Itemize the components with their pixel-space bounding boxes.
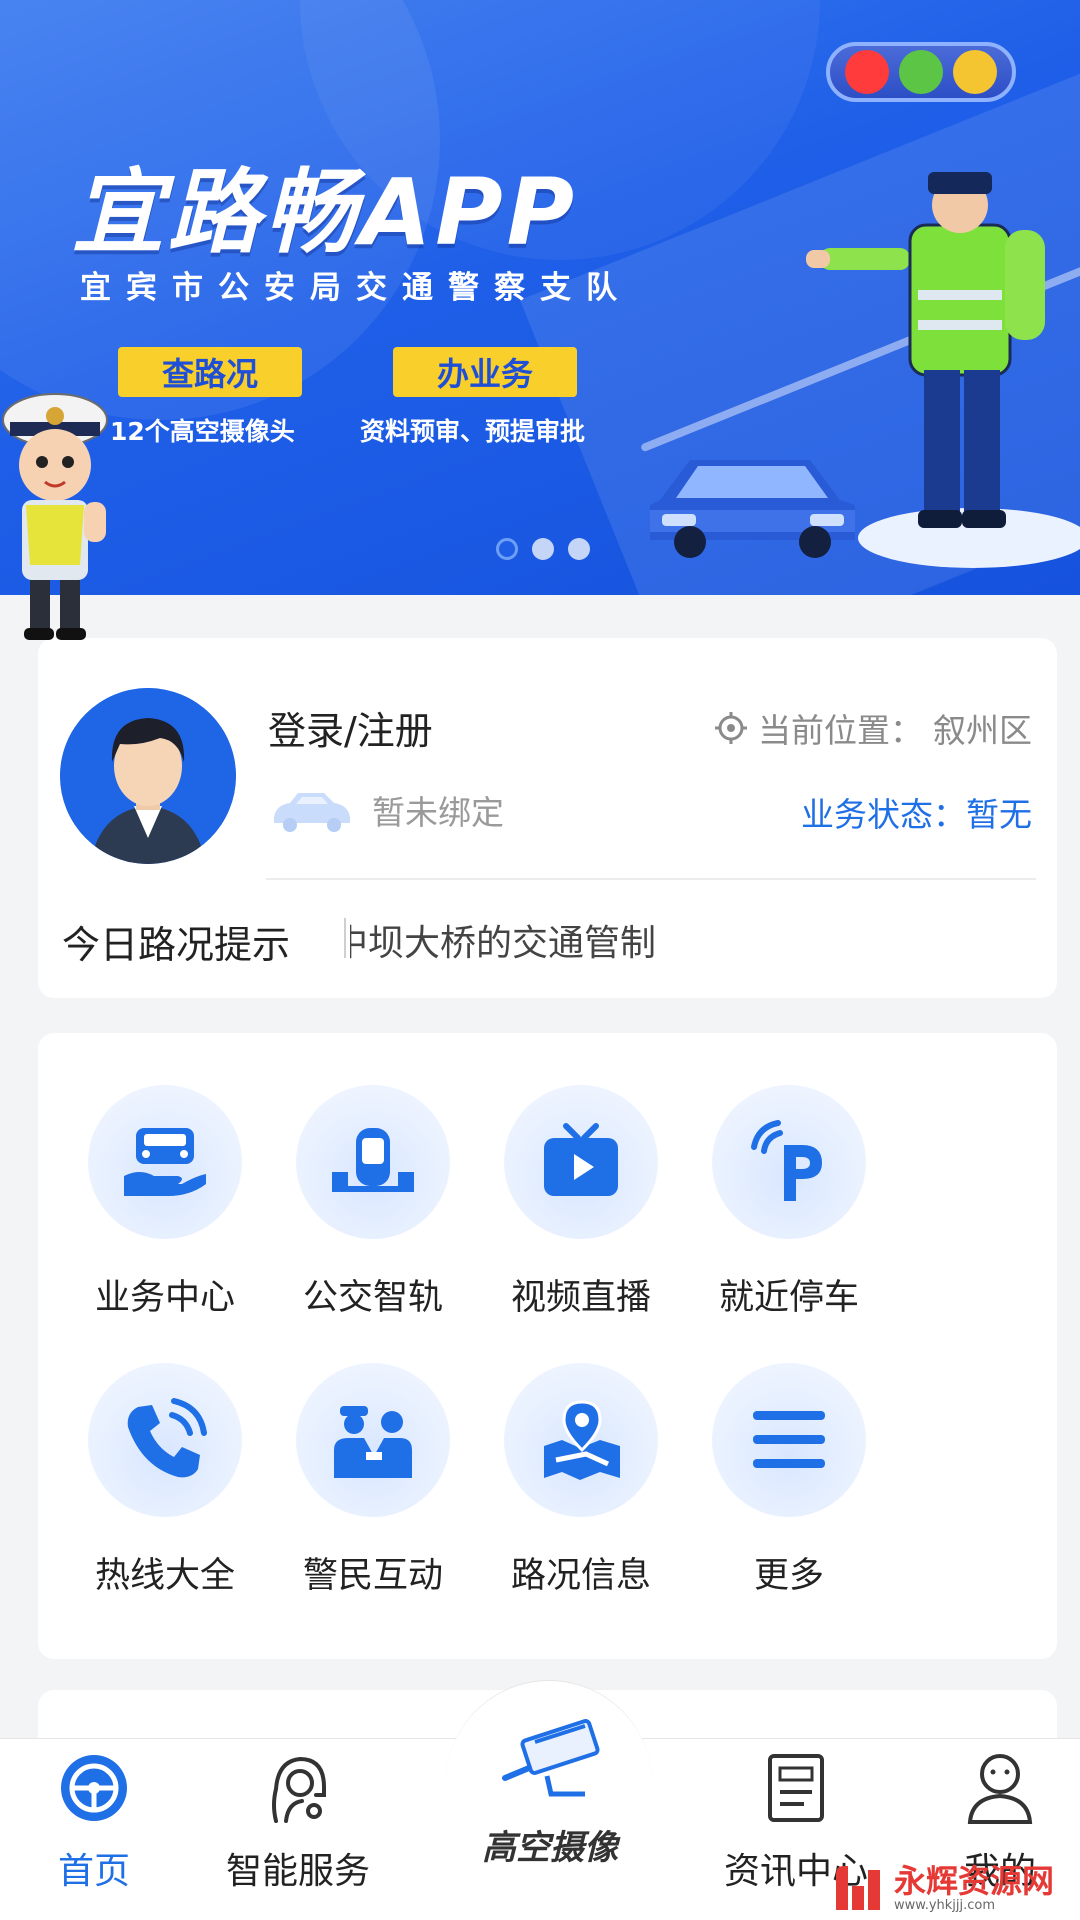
business-status-value: 暂无 [966, 795, 1032, 834]
vehicle-binding[interactable]: 暂未绑定 [268, 786, 504, 834]
service-item-bus-tram[interactable]: 公交智轨 [273, 1085, 473, 1320]
handle-business-button[interactable]: 办业务 [393, 347, 577, 397]
service-item-video-live[interactable]: 视频直播 [481, 1085, 681, 1320]
police-mascot-illustration [2, 393, 108, 640]
car-hand-icon [124, 1128, 206, 1196]
handle-business-caption: 资料预审、预提审批 [360, 417, 586, 446]
traffic-lamp-yellow [953, 50, 997, 94]
services-card: 业务中心 公交智轨 视频直播 就近停车 热线大全 警民互动 路况信息 更多 [38, 1033, 1057, 1659]
tram-icon [332, 1128, 414, 1192]
watermark-url: www.yhkjjj.com [894, 1897, 996, 1913]
service-label: 视频直播 [510, 1278, 651, 1318]
menu-icon [753, 1411, 825, 1468]
check-road-caption: 12个高空摄像头 [110, 417, 295, 446]
carousel-indicator [496, 538, 590, 560]
watermark: 永辉资源网 www.yhkjjj.com [830, 1856, 1080, 1920]
service-icon-circle [88, 1363, 242, 1517]
service-label: 更多 [753, 1556, 824, 1596]
service-icon-circle [504, 1085, 658, 1239]
business-status: 业务状态：暂无 [801, 788, 1032, 836]
watermark-title: 永辉资源网 [894, 1861, 1055, 1900]
headset-person-icon [272, 1756, 326, 1823]
carousel-dot[interactable] [568, 538, 590, 560]
tab-label: 高空摄像 [482, 1828, 618, 1868]
car-icon [274, 793, 350, 832]
service-label: 热线大全 [94, 1556, 235, 1596]
banner-title: 宜路畅APP [72, 159, 579, 266]
service-label: 就近停车 [718, 1278, 859, 1318]
service-item-road-info[interactable]: 路况信息 [481, 1363, 681, 1598]
surveillance-camera-icon [502, 1719, 600, 1797]
parking-icon [751, 1120, 822, 1201]
location-value: 叙州区 [933, 711, 1032, 750]
traffic-light-icon [826, 42, 1016, 102]
traffic-lamp-green [899, 50, 943, 94]
police-people-icon [334, 1406, 412, 1478]
hero-banner[interactable]: 宜路畅APP 宜宾市公安局交通警察支队 查路况 12个高空摄像头 办业务 资料预… [0, 0, 1080, 595]
user-icon [967, 1754, 1033, 1824]
service-icon-circle [296, 1085, 450, 1239]
road-tips-marquee[interactable]: 中坝大桥的交通管制 [350, 914, 890, 966]
check-road-button[interactable]: 查路况 [118, 347, 302, 397]
service-icon-circle [712, 1085, 866, 1239]
steering-wheel-icon [61, 1755, 127, 1821]
document-icon [768, 1754, 824, 1822]
service-item-police-interaction[interactable]: 警民互动 [273, 1363, 473, 1598]
avatar-icon [60, 688, 236, 864]
phone-icon [127, 1398, 207, 1478]
tv-play-icon [544, 1123, 618, 1196]
service-label: 路况信息 [510, 1556, 651, 1596]
vehicle-binding-status: 暂未绑定 [372, 793, 504, 832]
location-target-icon [715, 712, 747, 744]
carousel-dot[interactable] [532, 538, 554, 560]
user-info-card: 登录/注册 当前位置： 叙州区 暂未绑定 业务状态：暂无 今日路况提示 中坝大桥… [38, 638, 1057, 998]
divider [344, 918, 346, 958]
tab-label: 智能服务 [225, 1851, 370, 1892]
avatar[interactable] [60, 688, 236, 864]
service-item-hotlines[interactable]: 热线大全 [65, 1363, 265, 1598]
service-icon-circle [88, 1085, 242, 1239]
road-tips-text: 中坝大桥的交通管制 [350, 923, 657, 964]
watermark-logo-icon [836, 1866, 880, 1910]
map-pin-icon [544, 1400, 620, 1480]
service-item-nearby-parking[interactable]: 就近停车 [689, 1085, 889, 1320]
tab-home[interactable]: 首页 [0, 1748, 194, 1894]
location-label: 当前位置： [758, 711, 923, 750]
service-icon-circle [712, 1363, 866, 1517]
traffic-officer-illustration [806, 172, 1045, 528]
service-item-business-center[interactable]: 业务中心 [65, 1085, 265, 1320]
service-icon-circle [504, 1363, 658, 1517]
services-grid: 业务中心 公交智轨 视频直播 就近停车 热线大全 警民互动 路况信息 更多 [38, 1033, 1057, 1659]
divider [266, 878, 1036, 880]
banner-subtitle: 宜宾市公安局交通警察支队 [80, 270, 632, 306]
tab-aerial-camera[interactable]: 高空摄像 [440, 1718, 660, 1869]
service-label: 警民互动 [302, 1556, 443, 1596]
current-location[interactable]: 当前位置： 叙州区 [714, 704, 1032, 752]
service-label: 业务中心 [94, 1278, 235, 1318]
tab-smart-service[interactable]: 智能服务 [198, 1748, 398, 1894]
service-item-more[interactable]: 更多 [689, 1363, 889, 1598]
service-label: 公交智轨 [302, 1278, 443, 1318]
road-tips-label: 今日路况提示 [62, 923, 291, 967]
tab-label: 首页 [57, 1851, 130, 1892]
service-icon-circle [296, 1363, 450, 1517]
carousel-dot[interactable] [496, 538, 518, 560]
traffic-lamp-red [845, 50, 889, 94]
business-status-label: 业务状态： [801, 795, 966, 834]
login-register-link[interactable]: 登录/注册 [268, 700, 433, 755]
